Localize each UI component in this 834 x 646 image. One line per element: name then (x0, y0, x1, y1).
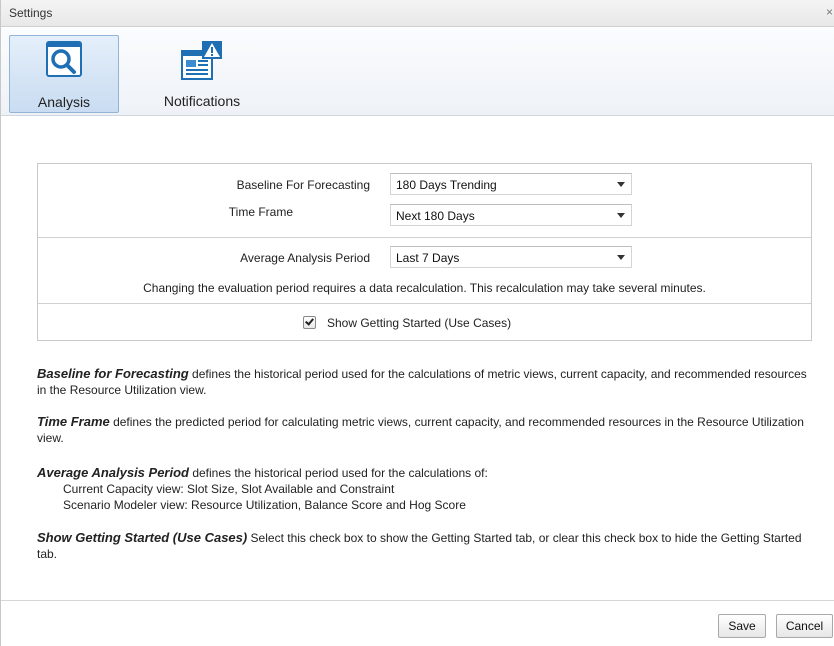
recalculation-note: Changing the evaluation period requires … (143, 281, 706, 295)
settings-dialog: Settings × Analysis Notifications Baseli… (0, 0, 834, 646)
baseline-value: 180 Days Trending (396, 178, 497, 192)
notification-alert-icon (178, 39, 226, 86)
help-show-getting-started-term: Show Getting Started (Use Cases) (37, 530, 248, 545)
help-baseline: Baseline for Forecasting defines the his… (37, 366, 812, 398)
tab-notifications[interactable]: Notifications (141, 35, 263, 113)
title-bar: Settings × (1, 0, 834, 27)
help-time-frame-term: Time Frame (37, 414, 110, 429)
time-frame-select[interactable]: Next 180 Days (390, 204, 632, 226)
section-divider (38, 303, 811, 304)
footer-divider (1, 600, 834, 601)
help-average-period-term: Average Analysis Period (37, 465, 189, 480)
chevron-down-icon (617, 182, 625, 187)
settings-panel: Baseline For Forecasting 180 Days Trendi… (37, 163, 812, 341)
help-baseline-term: Baseline for Forecasting (37, 366, 189, 381)
help-average-period-text: defines the historical period used for t… (188, 466, 488, 480)
show-getting-started-checkbox[interactable] (303, 316, 316, 329)
help-show-getting-started: Show Getting Started (Use Cases) Select … (37, 530, 812, 562)
chevron-down-icon (617, 213, 625, 218)
time-frame-label: Time Frame (228, 205, 293, 219)
save-button[interactable]: Save (718, 614, 766, 638)
magnifier-icon (42, 40, 86, 83)
help-time-frame-text: defines the predicted period for calcula… (37, 415, 804, 445)
tab-notifications-label: Notifications (163, 93, 241, 109)
baseline-label: Baseline For Forecasting (236, 178, 370, 192)
tab-analysis-label: Analysis (37, 94, 91, 110)
dialog-title: Settings (9, 6, 53, 20)
chevron-down-icon (617, 255, 625, 260)
time-frame-value: Next 180 Days (396, 209, 475, 223)
help-average-period-line1: Current Capacity view: Slot Size, Slot A… (63, 482, 395, 496)
average-period-select[interactable]: Last 7 Days (390, 246, 632, 268)
baseline-select[interactable]: 180 Days Trending (390, 173, 632, 195)
settings-toolbar: Analysis Notifications (1, 28, 834, 116)
close-icon[interactable]: × (826, 5, 833, 19)
average-period-value: Last 7 Days (396, 251, 460, 265)
show-getting-started-label: Show Getting Started (Use Cases) (327, 316, 512, 330)
section-divider (38, 237, 811, 238)
average-period-label: Average Analysis Period (240, 251, 370, 265)
help-average-period-line2: Scenario Modeler view: Resource Utilizat… (63, 498, 466, 512)
help-average-period: Average Analysis Period defines the hist… (37, 465, 812, 513)
tab-analysis[interactable]: Analysis (9, 35, 119, 113)
check-icon (305, 316, 314, 326)
cancel-button[interactable]: Cancel (776, 614, 833, 638)
help-time-frame: Time Frame defines the predicted period … (37, 414, 812, 446)
